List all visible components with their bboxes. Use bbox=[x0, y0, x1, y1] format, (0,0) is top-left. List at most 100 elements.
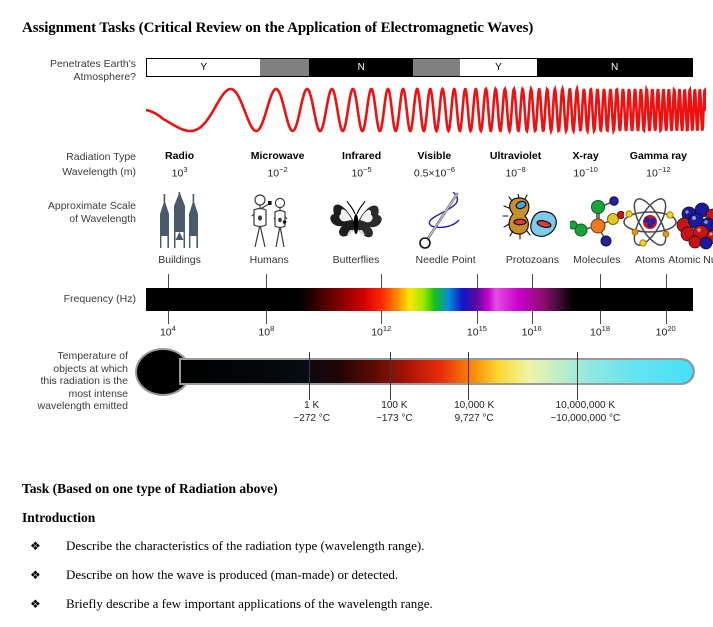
label-temperature: Temperature of objects at which this rad… bbox=[37, 350, 128, 412]
frequency-tick-mark bbox=[266, 311, 268, 324]
frequency-tick-mark bbox=[381, 274, 383, 288]
scale-label: Humans bbox=[249, 254, 289, 266]
radiation-type-column: Infrared 10−5 bbox=[342, 150, 381, 180]
radiation-wavelength-value: 10−5 bbox=[351, 165, 372, 180]
temperature-tick-labels: 1 K −272 °C 100 K −173 °C 10,000 K 9,727 °C 10… bbox=[135, 400, 705, 428]
radiation-type-name: Ultraviolet bbox=[489, 150, 542, 162]
protozoa-icon bbox=[501, 194, 563, 250]
temperature-ticks bbox=[135, 352, 695, 400]
butterfly-icon bbox=[328, 198, 384, 250]
scale-icons-row bbox=[146, 184, 713, 250]
frequency-tick-mark bbox=[167, 274, 169, 288]
temperature-celsius-value: −272 °C bbox=[293, 412, 330, 424]
label-wavelength: Wavelength (m) bbox=[62, 166, 136, 178]
scale-label: Atoms bbox=[635, 254, 665, 266]
radiation-type-name: Radio bbox=[165, 150, 195, 162]
atmosphere-segment-6: N bbox=[537, 59, 692, 76]
temperature-kelvin-value: 1 K bbox=[304, 400, 320, 411]
frequency-tick-label: 1016 bbox=[521, 324, 542, 339]
radiation-type-name: Microwave bbox=[250, 150, 305, 162]
frequency-ticks-top bbox=[146, 274, 693, 288]
frequency-tick-mark bbox=[600, 274, 601, 288]
label-approximate-scale: Approximate Scale of Wavelength bbox=[47, 200, 136, 225]
atmosphere-segment-4 bbox=[412, 59, 460, 76]
page-title: Assignment Tasks (Critical Review on the… bbox=[22, 20, 534, 36]
frequency-tick-label: 108 bbox=[258, 324, 275, 339]
buildings-icon bbox=[158, 192, 202, 250]
electromagnetic-wave-graphic bbox=[146, 83, 706, 136]
task-heading: Task (Based on one type of Radiation abo… bbox=[22, 481, 278, 496]
frequency-tick-label: 1020 bbox=[655, 324, 676, 339]
temperature-kelvin-value: 10,000,000 K bbox=[555, 400, 616, 411]
visible-spectrum-gradient bbox=[299, 288, 497, 311]
frequency-tick-mark bbox=[531, 311, 533, 324]
task-bullet-item: ❖ Describe on how the wave is produced (m… bbox=[22, 567, 682, 583]
frequency-tick-mark bbox=[531, 274, 533, 288]
bullet-diamond-icon: ❖ bbox=[30, 539, 41, 553]
temperature-tick-mark bbox=[577, 352, 579, 400]
radiation-type-row: Radio 103 Microwave 10−2 Infrared 10−5 Visible… bbox=[146, 150, 706, 186]
radiation-type-column: Radio 103 bbox=[165, 150, 194, 180]
radiation-type-column: Microwave 10−2 bbox=[251, 150, 305, 180]
radiation-wavelength-value: 10−8 bbox=[505, 165, 526, 180]
radiation-wavelength-value: 103 bbox=[171, 165, 188, 180]
frequency-tick-mark bbox=[476, 311, 478, 324]
radiation-wavelength-value: 0.5×10−6 bbox=[413, 165, 455, 180]
temperature-kelvin-value: 100 K bbox=[381, 400, 408, 411]
scale-label: Atomic Nuclei bbox=[668, 254, 713, 266]
molecule-icon bbox=[569, 196, 624, 250]
temperature-tick-label: 1 K −272 °C bbox=[293, 400, 330, 425]
bullet-diamond-icon: ❖ bbox=[30, 568, 41, 582]
temperature-tick-mark bbox=[308, 352, 310, 400]
scale-label: Protozoans bbox=[505, 254, 559, 266]
temperature-tick-label: 10,000 K 9,727 °C bbox=[454, 400, 494, 425]
scale-label: Needle Point bbox=[415, 254, 476, 266]
temperature-tick-label: 10,000,000 K ~10,000,000 °C bbox=[550, 400, 620, 425]
atmosphere-segment-2 bbox=[260, 59, 310, 76]
atmosphere-segment-3: N bbox=[309, 59, 413, 76]
temperature-tick-mark bbox=[468, 352, 470, 400]
frequency-tick-label: 1012 bbox=[371, 324, 392, 339]
uv-falloff-gradient bbox=[496, 288, 573, 311]
needle-icon bbox=[415, 192, 471, 250]
task-subheading: Introduction bbox=[22, 510, 96, 525]
frequency-tick-labels: 104 108 1012 1015 1016 1018 1020 bbox=[146, 324, 693, 340]
temperature-celsius-value: 9,727 °C bbox=[454, 412, 494, 424]
frequency-tick-label: 1015 bbox=[466, 324, 487, 339]
frequency-tick-mark bbox=[167, 311, 169, 324]
radiation-type-name: X-ray bbox=[572, 150, 599, 162]
atmosphere-bar: YNYN bbox=[146, 58, 693, 77]
task-bullet-text: Describe the characteristics of the radi… bbox=[66, 538, 425, 553]
frequency-ticks-bottom bbox=[146, 311, 693, 324]
task-bullet-text: Describe on how the wave is produced (ma… bbox=[66, 567, 399, 582]
task-bullet-list: ❖ Describe the characteristics of the rad… bbox=[22, 538, 682, 625]
task-bullet-item: ❖ Briefly describe a few important applic… bbox=[22, 596, 682, 612]
temperature-tick-mark bbox=[389, 352, 391, 400]
atmosphere-segment-5: Y bbox=[459, 59, 538, 76]
radiation-type-name: Gamma ray bbox=[629, 150, 687, 162]
temperature-celsius-value: −173 °C bbox=[376, 412, 413, 424]
frequency-spectrum-bar bbox=[146, 288, 693, 311]
radiation-type-column: Gamma ray 10−12 bbox=[630, 150, 687, 180]
frequency-tick-mark bbox=[600, 311, 601, 324]
atom-icon bbox=[621, 194, 679, 250]
bullet-diamond-icon: ❖ bbox=[30, 597, 41, 611]
scale-labels-row: Buildings Humans Butterflies Needle Point Pr… bbox=[146, 254, 713, 268]
radiation-wavelength-value: 10−2 bbox=[267, 165, 288, 180]
frequency-tick-label: 104 bbox=[159, 324, 176, 339]
scale-label: Butterflies bbox=[332, 254, 380, 266]
radiation-wavelength-value: 10−10 bbox=[573, 165, 598, 180]
radiation-wavelength-value: 10−12 bbox=[646, 165, 671, 180]
atmosphere-segment-1: Y bbox=[147, 59, 261, 76]
task-bullet-item: ❖ Describe the characteristics of the rad… bbox=[22, 538, 682, 554]
radiation-type-column: Ultraviolet 10−8 bbox=[490, 150, 541, 180]
frequency-tick-mark bbox=[665, 311, 667, 324]
label-radiation-type: Radiation Type bbox=[66, 151, 136, 163]
scale-label: Buildings bbox=[158, 254, 201, 266]
task-bullet-text: Briefly describe a few important applica… bbox=[66, 596, 433, 611]
frequency-tick-mark bbox=[381, 311, 383, 324]
temperature-celsius-value: ~10,000,000 °C bbox=[550, 412, 621, 424]
temperature-kelvin-value: 10,000 K bbox=[454, 400, 495, 411]
label-frequency: Frequency (Hz) bbox=[63, 293, 136, 305]
temperature-tick-label: 100 K −173 °C bbox=[376, 400, 413, 425]
